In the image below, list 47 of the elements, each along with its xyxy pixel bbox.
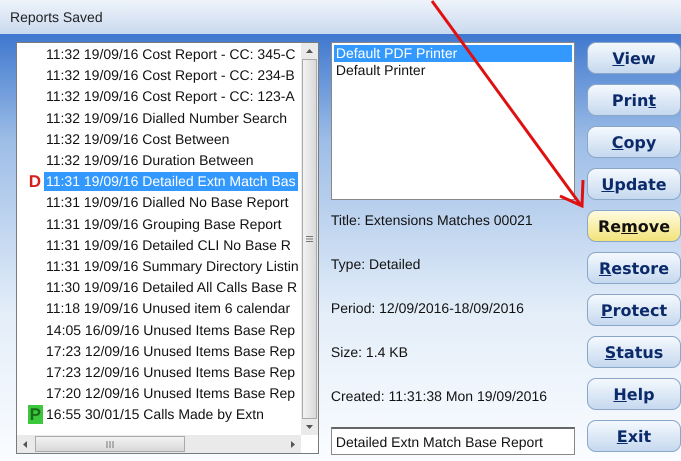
horizontal-scrollbar[interactable] bbox=[17, 435, 301, 453]
status-letter: D bbox=[28, 172, 42, 192]
action-button[interactable]: Restore bbox=[587, 252, 681, 284]
scroll-thumb[interactable] bbox=[302, 59, 317, 419]
action-button[interactable]: Protect bbox=[587, 294, 681, 326]
action-button[interactable]: Help bbox=[587, 378, 681, 410]
report-item[interactable]: 14:05 16/09/16 Unused Items Base Rep bbox=[44, 320, 298, 340]
report-item[interactable]: 11:31 19/09/16 Summary Directory Listin bbox=[44, 256, 301, 276]
report-detail: Period: 12/09/2016-18/09/2016 bbox=[330, 299, 525, 318]
scroll-thumb[interactable] bbox=[35, 436, 185, 452]
scroll-right-icon[interactable] bbox=[291, 440, 295, 448]
action-button[interactable]: Remove bbox=[587, 210, 681, 242]
report-detail: Size: 1.4 KB bbox=[330, 343, 409, 362]
report-item[interactable]: 11:31 19/09/16 Grouping Base Report bbox=[44, 214, 284, 234]
report-item[interactable]: 11:32 19/09/16 Cost Between bbox=[44, 130, 232, 149]
action-button[interactable]: Status bbox=[587, 336, 681, 368]
report-item[interactable]: 11:32 19/09/16 Cost Report - CC: 234-B bbox=[44, 66, 297, 86]
scroll-left-icon[interactable] bbox=[23, 440, 27, 448]
report-item[interactable]: 11:31 19/09/16 Detailed CLI No Base R bbox=[44, 236, 293, 255]
scroll-up-icon[interactable] bbox=[306, 49, 313, 53]
report-item[interactable]: 11:32 19/09/16 Cost Report - CC: 123-A bbox=[44, 87, 297, 106]
report-item[interactable]: 11:30 19/09/16 Detailed All Calls Base R bbox=[44, 278, 300, 298]
report-detail: Created: 11:31:38 Mon 19/09/2016 bbox=[330, 387, 548, 406]
report-item[interactable]: 16:55 30/01/15 Calls Made by Extn bbox=[44, 405, 266, 424]
vertical-scrollbar[interactable] bbox=[300, 43, 318, 435]
report-item[interactable]: 11:32 19/09/16 Dialled Number Search bbox=[44, 108, 290, 128]
action-button[interactable]: View bbox=[587, 42, 681, 74]
report-item[interactable]: 11:32 19/09/16 Cost Report - CC: 345-C bbox=[44, 45, 298, 64]
action-button[interactable]: Exit bbox=[587, 420, 681, 452]
action-button[interactable]: Print bbox=[587, 84, 681, 116]
report-item[interactable]: 17:23 12/09/16 Unused Items Base Rep bbox=[44, 362, 298, 382]
grip-icon bbox=[306, 236, 313, 242]
report-item[interactable]: 11:18 19/09/16 Unused item 6 calendar bbox=[44, 299, 292, 318]
window-title: Reports Saved bbox=[10, 9, 103, 25]
report-detail: Title: Extensions Matches 00021 bbox=[330, 211, 534, 230]
grip-icon bbox=[106, 440, 114, 448]
status-letter: P bbox=[28, 405, 43, 424]
printer-item[interactable]: Default Printer bbox=[334, 62, 572, 79]
report-item[interactable]: 11:32 19/09/16 Duration Between bbox=[44, 151, 256, 170]
report-item[interactable]: 17:23 12/09/16 Unused Items Base Rep bbox=[44, 342, 298, 361]
report-item[interactable]: 17:20 12/09/16 Unused Items Base Rep bbox=[44, 384, 298, 404]
scroll-down-icon[interactable] bbox=[306, 425, 313, 429]
action-button[interactable]: Update bbox=[587, 168, 681, 200]
report-detail: Type: Detailed bbox=[330, 255, 422, 274]
description-field[interactable]: Detailed Extn Match Base Report bbox=[330, 427, 575, 455]
report-item[interactable]: 11:31 19/09/16 Dialled No Base Report bbox=[44, 193, 291, 212]
action-button[interactable]: Copy bbox=[587, 126, 681, 158]
